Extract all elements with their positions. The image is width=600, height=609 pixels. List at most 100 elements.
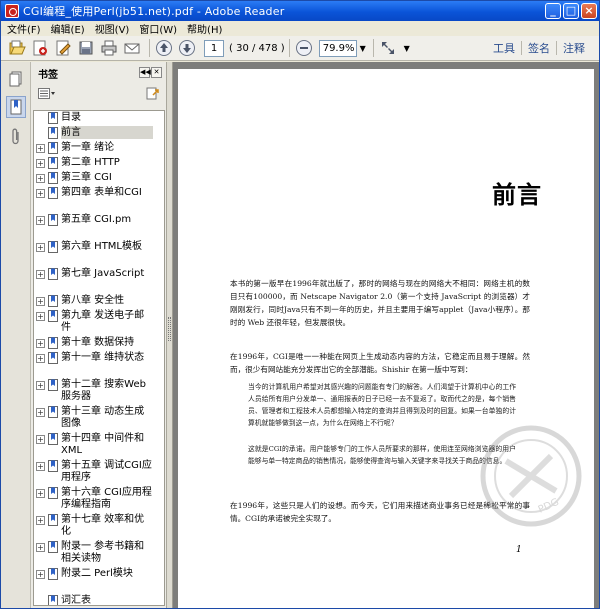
bookmark-item[interactable]: + 第四章 表单和CGI [34, 186, 164, 213]
document-view[interactable]: 前言 本书的第一版早在1996年就出版了，那时的网络与现在的网络大不相同：网络主… [173, 62, 599, 608]
menu-help[interactable]: 帮助(H) [183, 21, 228, 36]
bookmark-item[interactable]: + 第十四章 中间件和XML [34, 432, 164, 459]
attachments-tab[interactable] [6, 126, 26, 148]
menu-window[interactable]: 窗口(W) [135, 21, 183, 36]
envelope-icon [124, 43, 140, 54]
tools-link[interactable]: 工具 [487, 40, 521, 56]
expand-plus-icon[interactable]: + [36, 144, 45, 153]
menu-edit[interactable]: 编辑(E) [47, 21, 91, 36]
view-options-dropdown[interactable]: ▼ [401, 40, 413, 57]
bookmark-label: 第二章 HTTP [61, 157, 120, 168]
bookmark-label: 第十六章 CGI应用程序编程指南 [61, 487, 152, 510]
bookmark-item[interactable]: + 第八章 安全性 [34, 294, 164, 309]
bookmark-item[interactable]: + 第十五章 调试CGI应用程序 [34, 459, 164, 486]
zoom-out-button[interactable] [294, 38, 314, 58]
bookmark-item[interactable]: + 第十一章 维持状态 [34, 351, 164, 378]
expand-plus-icon[interactable]: + [36, 570, 45, 579]
expand-plus-icon[interactable]: + [36, 189, 45, 198]
window-title: CGI编程_使用Perl(jb51.net).pdf - Adobe Reade… [23, 5, 285, 18]
printer-icon [101, 40, 117, 56]
menu-file[interactable]: 文件(F) [3, 21, 47, 36]
bookmark-item[interactable]: 前言 [34, 126, 164, 141]
bookmark-item[interactable]: + 第九章 发送电子邮件 [34, 309, 164, 336]
expand-plus-icon[interactable]: + [36, 381, 45, 390]
expand-plus-icon[interactable]: + [36, 297, 45, 306]
paragraph: 本书的第一版早在1996年就出版了，那时的网络与现在的网络大不相同：网络主机的数… [230, 279, 530, 327]
window-controls: _ □ × [545, 3, 597, 19]
bookmarks-tab[interactable] [6, 96, 26, 118]
bookmark-item[interactable]: + 第六章 HTML模板 [34, 240, 164, 267]
bookmark-item[interactable]: + 第十二章 搜索Web服务器 [34, 378, 164, 405]
bookmark-label: 第十一章 维持状态 [61, 352, 145, 363]
open-file-button[interactable] [7, 38, 27, 58]
bookmark-label: 第五章 CGI.pm [61, 214, 132, 225]
bookmark-item[interactable]: + 第十六章 CGI应用程序编程指南 [34, 486, 164, 513]
title-bar[interactable]: CGI编程_使用Perl(jb51.net).pdf - Adobe Reade… [1, 1, 599, 21]
maximize-button[interactable]: □ [563, 3, 579, 19]
bookmark-item[interactable]: 目录 [34, 111, 164, 126]
expand-plus-icon[interactable]: + [36, 516, 45, 525]
bookmark-item[interactable]: + 第七章 JavaScript [34, 267, 164, 294]
page-number-input[interactable]: 1 [204, 39, 224, 57]
bookmark-item[interactable]: + 第十三章 动态生成图像 [34, 405, 164, 432]
expand-plus-icon[interactable]: + [36, 408, 45, 417]
bookmark-icon [48, 241, 58, 253]
minimize-button[interactable]: _ [545, 3, 561, 19]
full-screen-button[interactable] [378, 38, 398, 58]
expand-bookmark-icon[interactable] [146, 87, 160, 101]
adobe-reader-icon [5, 4, 19, 18]
bookmark-item[interactable]: 词汇表 [34, 594, 164, 605]
pdf-page: 前言 本书的第一版早在1996年就出版了，那时的网络与现在的网络大不相同：网络主… [178, 69, 594, 608]
sign-link[interactable]: 签名 [522, 40, 556, 56]
save-button[interactable] [76, 38, 96, 58]
bookmark-item[interactable]: + 附录二 Perl模块 [34, 567, 164, 594]
bookmark-ribbon-icon [10, 99, 22, 115]
bookmarks-toolbar [31, 84, 166, 104]
expand-plus-icon[interactable]: + [36, 462, 45, 471]
panel-header-buttons: ◀◀ ✕ [139, 67, 162, 78]
pages-tab[interactable] [6, 68, 26, 90]
bookmark-label: 第八章 安全性 [61, 295, 125, 306]
bookmark-item[interactable]: + 第十七章 效率和优化 [34, 513, 164, 540]
collapse-panel-button[interactable]: ◀◀ [139, 67, 151, 78]
bookmark-item[interactable]: + 附录一 参考书籍和相关读物 [34, 540, 164, 567]
bookmark-item[interactable]: + 第五章 CGI.pm [34, 213, 164, 240]
bookmark-item[interactable]: + 第十章 数据保持 [34, 336, 164, 351]
expand-plus-icon[interactable]: + [36, 435, 45, 444]
expand-plus-icon[interactable]: + [36, 174, 45, 183]
bookmark-item[interactable]: + 第三章 CGI [34, 171, 164, 186]
bookmark-icon [48, 379, 58, 391]
options-menu-icon[interactable] [38, 88, 56, 100]
next-page-button[interactable] [177, 38, 197, 58]
expand-plus-icon[interactable]: + [36, 243, 45, 252]
expand-plus-icon[interactable]: + [36, 159, 45, 168]
open-file-icon [9, 40, 26, 55]
create-pdf-button[interactable] [30, 38, 50, 58]
expand-plus-icon[interactable]: + [36, 489, 45, 498]
navigation-tab-strip [1, 62, 31, 608]
bookmark-item[interactable]: + 第一章 绪论 [34, 141, 164, 156]
expand-plus-icon[interactable]: + [36, 354, 45, 363]
expand-plus-icon[interactable]: + [36, 270, 45, 279]
zoom-input[interactable]: 79.9% [318, 39, 357, 57]
comment-link[interactable]: 注释 [557, 40, 591, 56]
bookmark-label: 目录 [61, 112, 81, 123]
close-button[interactable]: × [581, 3, 597, 19]
bookmark-item[interactable]: + 第二章 HTTP [34, 156, 164, 171]
bookmark-icon [48, 310, 58, 322]
previous-page-button[interactable] [154, 38, 174, 58]
menu-view[interactable]: 视图(V) [91, 21, 136, 36]
expand-plus-icon[interactable]: + [36, 339, 45, 348]
expand-arrows-icon [381, 42, 394, 54]
print-button[interactable] [99, 38, 119, 58]
zoom-dropdown[interactable]: ▼ [357, 40, 369, 57]
splitter-grip[interactable] [168, 317, 171, 341]
expand-plus-icon[interactable]: + [36, 216, 45, 225]
panel-close-button[interactable]: ✕ [151, 67, 162, 78]
expand-plus-icon[interactable]: + [36, 312, 45, 321]
email-button[interactable] [122, 38, 142, 58]
bookmark-icon [48, 541, 58, 553]
edit-document-button[interactable] [53, 38, 73, 58]
expand-plus-icon[interactable]: + [36, 543, 45, 552]
